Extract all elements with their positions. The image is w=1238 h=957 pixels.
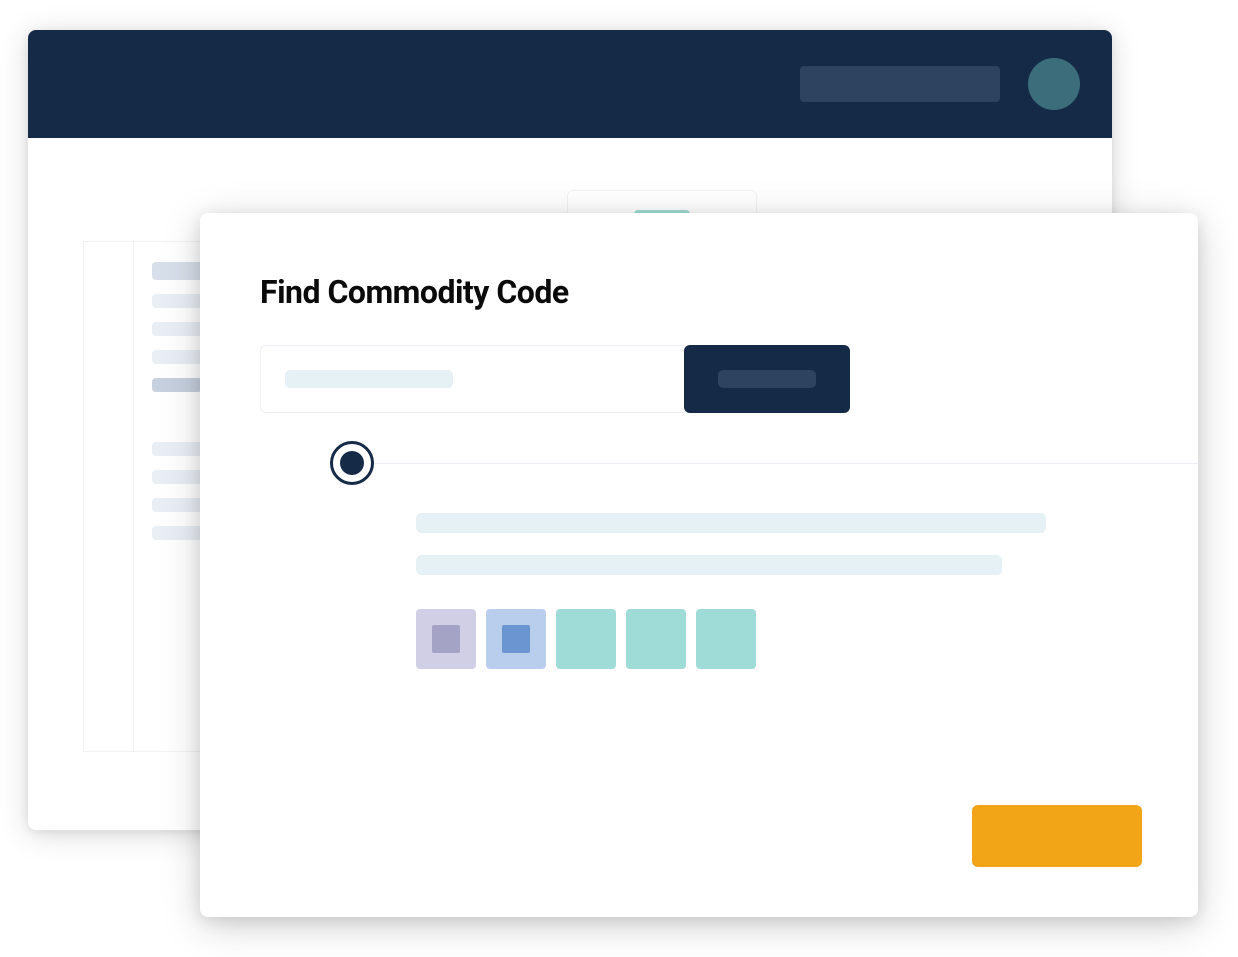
sidebar-item[interactable] xyxy=(152,498,202,512)
radio-selected-icon[interactable] xyxy=(330,441,374,485)
left-gutter xyxy=(84,242,134,751)
result-section xyxy=(260,463,1138,669)
sidebar-item[interactable] xyxy=(152,442,202,456)
sidebar-item[interactable] xyxy=(152,378,202,392)
divider xyxy=(370,463,1198,464)
search-input[interactable] xyxy=(260,345,688,413)
result-content xyxy=(354,463,1138,669)
sidebar-item[interactable] xyxy=(152,294,202,308)
result-text-line xyxy=(416,555,1002,575)
result-text-line xyxy=(416,513,1046,533)
chips-row xyxy=(416,609,1138,669)
code-chip[interactable] xyxy=(626,609,686,669)
code-chip[interactable] xyxy=(416,609,476,669)
search-button[interactable] xyxy=(684,345,850,413)
search-button-label-placeholder xyxy=(718,370,816,388)
sidebar-item[interactable] xyxy=(152,526,202,540)
topbar xyxy=(28,30,1112,138)
avatar[interactable] xyxy=(1028,58,1080,110)
search-row xyxy=(260,345,1138,413)
modal-title: Find Commodity Code xyxy=(260,273,1138,311)
find-commodity-modal: Find Commodity Code xyxy=(200,213,1198,917)
search-input-placeholder xyxy=(285,370,453,388)
code-chip[interactable] xyxy=(486,609,546,669)
topbar-search-placeholder[interactable] xyxy=(800,66,1000,102)
code-chip[interactable] xyxy=(556,609,616,669)
sidebar-item[interactable] xyxy=(152,322,202,336)
code-chip[interactable] xyxy=(696,609,756,669)
primary-action-button[interactable] xyxy=(972,805,1142,867)
